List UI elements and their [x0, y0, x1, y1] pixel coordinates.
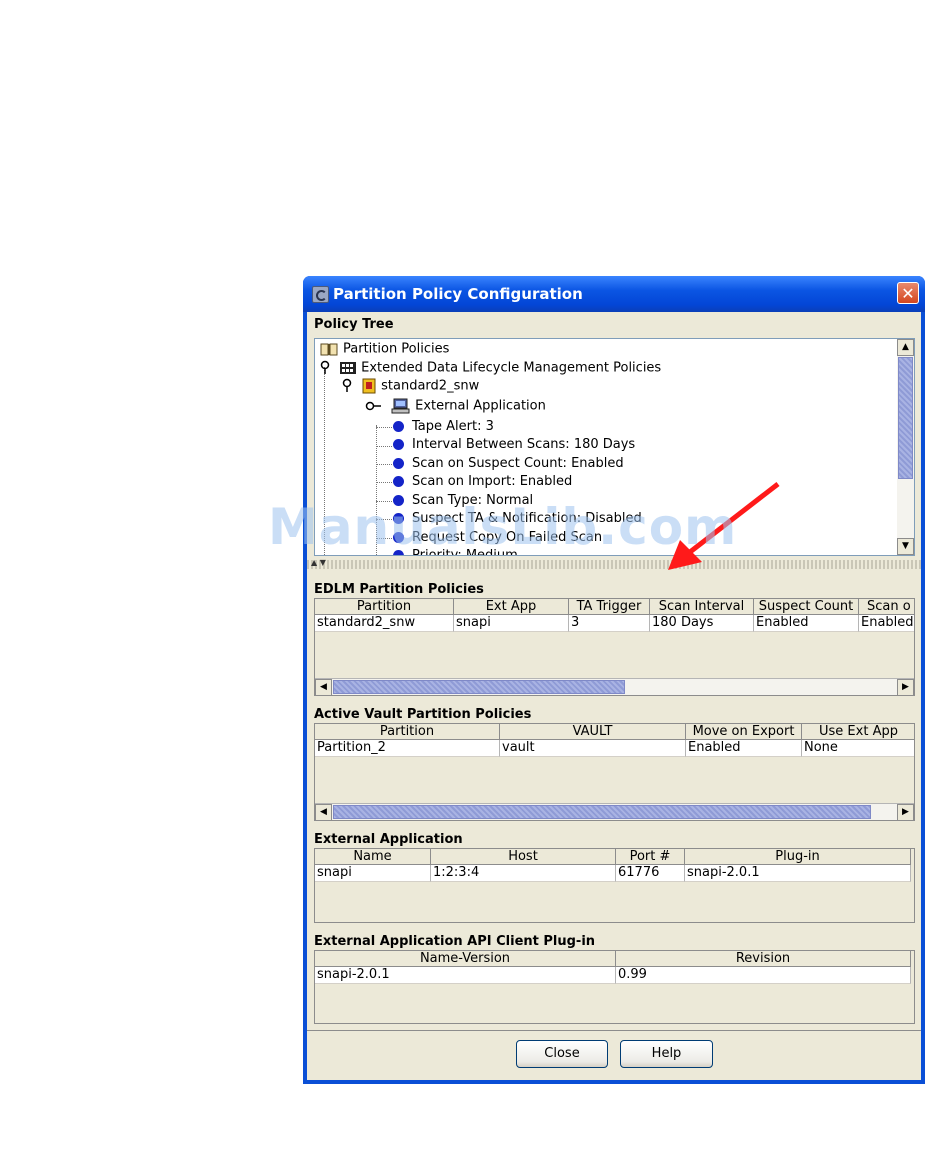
column-header[interactable]: Port # [616, 849, 685, 865]
split-pane-divider[interactable]: ▲ ▼ [307, 558, 921, 569]
tree-node-scan-import[interactable]: Scan on Import: Enabled [393, 474, 572, 492]
api-plugin-label: External Application API Client Plug-in [314, 934, 596, 949]
scroll-thumb[interactable] [333, 680, 625, 694]
active-vault-horizontal-scrollbar[interactable]: ◀ ▶ [315, 803, 914, 820]
scroll-right-icon[interactable]: ▶ [897, 679, 914, 695]
tree-node-standard2-snw[interactable]: standard2_snw [341, 378, 479, 396]
column-header[interactable]: Partition [315, 599, 454, 615]
column-header[interactable]: Suspect Count [754, 599, 859, 615]
scroll-right-icon[interactable]: ▶ [897, 804, 914, 820]
footer-divider [307, 1030, 921, 1031]
bullet-icon [393, 439, 404, 450]
tree-guide [376, 446, 392, 447]
table-cell[interactable]: standard2_snw [315, 615, 454, 632]
bullet-icon [393, 458, 404, 469]
tree-node-suspect-count[interactable]: Scan on Suspect Count: Enabled [393, 456, 624, 474]
expand-key-icon [320, 360, 330, 374]
partition-icon [362, 378, 376, 394]
tree-node-label: Tape Alert: 3 [412, 419, 494, 434]
column-header[interactable]: Move on Export [686, 724, 802, 740]
scroll-thumb[interactable] [333, 805, 871, 819]
active-vault-table[interactable]: Partition VAULT Move on Export Use Ext A… [314, 723, 915, 821]
app-icon [312, 286, 329, 303]
title-bar[interactable]: Partition Policy Configuration ✕ [303, 276, 925, 312]
tree-node-label: Partition Policies [343, 341, 450, 357]
tree-guide [376, 464, 392, 465]
edlm-horizontal-scrollbar[interactable]: ◀ ▶ [315, 678, 914, 695]
tree-node-label: standard2_snw [381, 378, 480, 394]
computer-icon [391, 398, 410, 414]
bullet-icon [393, 421, 404, 432]
edlm-table[interactable]: Partition Ext App TA Trigger Scan Interv… [314, 598, 915, 696]
policy-grid-icon [340, 362, 357, 374]
external-app-label: External Application [314, 832, 463, 847]
column-header[interactable]: Scan Interval [650, 599, 754, 615]
tree-guide [376, 427, 392, 428]
tree-guide [376, 482, 392, 483]
table-cell[interactable]: Enabled [754, 615, 859, 632]
column-header[interactable]: Scan o [859, 599, 914, 615]
scroll-left-icon[interactable]: ◀ [315, 804, 332, 820]
table-cell[interactable]: Partition_2 [315, 740, 500, 757]
api-plugin-table[interactable]: Name-Version Revision snapi-2.0.1 0.99 [314, 950, 915, 1024]
column-header[interactable]: TA Trigger [569, 599, 650, 615]
watermark-text: ManualsLib.com [268, 498, 738, 556]
table-cell[interactable]: 0.99 [616, 967, 911, 984]
close-button[interactable]: Close [516, 1040, 608, 1068]
split-arrows-icon[interactable]: ▲ ▼ [311, 558, 326, 567]
table-cell[interactable]: 61776 [616, 865, 685, 882]
close-window-button[interactable]: ✕ [897, 282, 919, 304]
column-header[interactable]: Revision [616, 951, 911, 967]
window-title: Partition Policy Configuration [333, 285, 583, 303]
column-header[interactable]: Use Ext App [802, 724, 914, 740]
external-app-table[interactable]: Name Host Port # Plug-in snapi 1:2:3:4 6… [314, 848, 915, 923]
column-header[interactable]: Name-Version [315, 951, 616, 967]
scroll-down-icon[interactable]: ▼ [897, 538, 914, 555]
table-cell[interactable]: 3 [569, 615, 650, 632]
column-header[interactable]: Partition [315, 724, 500, 740]
help-button[interactable]: Help [620, 1040, 713, 1068]
tree-node-label: Extended Data Lifecycle Management Polic… [361, 360, 662, 376]
column-header[interactable]: Host [431, 849, 616, 865]
tree-vertical-scrollbar[interactable]: ▲ ▼ [897, 339, 914, 555]
book-icon [320, 343, 338, 356]
table-cell[interactable]: 180 Days [650, 615, 754, 632]
table-cell[interactable]: vault [500, 740, 686, 757]
column-header[interactable]: Plug-in [685, 849, 911, 865]
tree-node-external-application[interactable]: External Application [365, 398, 546, 416]
active-vault-label: Active Vault Partition Policies [314, 707, 532, 722]
table-cell[interactable]: snapi [315, 865, 431, 882]
column-header[interactable]: Ext App [454, 599, 569, 615]
table-cell[interactable]: snapi-2.0.1 [315, 967, 616, 984]
table-cell[interactable]: 1:2:3:4 [431, 865, 616, 882]
table-cell[interactable]: None [802, 740, 914, 757]
table-cell[interactable]: Enabled [686, 740, 802, 757]
scroll-left-icon[interactable]: ◀ [315, 679, 332, 695]
expand-key-icon [342, 378, 352, 392]
table-cell[interactable]: snapi-2.0.1 [685, 865, 911, 882]
column-header[interactable]: VAULT [500, 724, 686, 740]
tree-node-edlm[interactable]: Extended Data Lifecycle Management Polic… [319, 360, 661, 378]
collapse-key-icon [365, 401, 381, 411]
tree-node-interval[interactable]: Interval Between Scans: 180 Days [393, 437, 635, 455]
tree-node-tape-alert[interactable]: Tape Alert: 3 [393, 419, 494, 437]
table-cell[interactable]: snapi [454, 615, 569, 632]
tree-node-label: Interval Between Scans: 180 Days [412, 437, 636, 452]
tree-node-label: External Application [415, 398, 546, 414]
dialog-window: Partition Policy Configuration ✕ Policy … [303, 276, 925, 1084]
tree-node-label: Scan on Import: Enabled [412, 474, 573, 489]
scroll-thumb[interactable] [898, 357, 913, 479]
column-header[interactable]: Name [315, 849, 431, 865]
scroll-up-icon[interactable]: ▲ [897, 339, 914, 356]
table-cell[interactable]: Enabled [859, 615, 914, 632]
tree-node-label: Scan on Suspect Count: Enabled [412, 456, 624, 471]
edlm-label: EDLM Partition Policies [314, 582, 484, 597]
tree-node-partition-policies[interactable]: Partition Policies [319, 341, 449, 359]
bullet-icon [393, 476, 404, 487]
policy-tree-label: Policy Tree [314, 317, 394, 332]
dialog-client: Policy Tree Partition Policies Extended … [307, 312, 921, 1080]
